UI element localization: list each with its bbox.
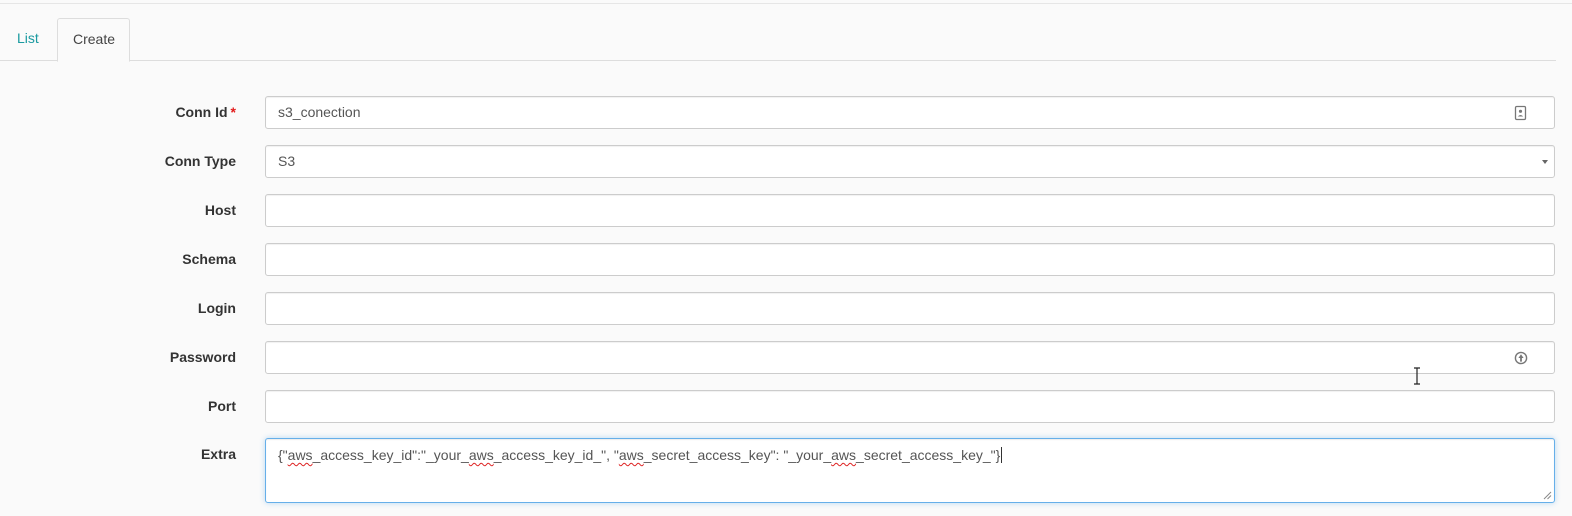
conn-type-select[interactable]: S3: [265, 145, 1555, 178]
password-row: Password: [0, 341, 1572, 375]
extra-text-part: _secret_access_key": "_your_: [643, 447, 832, 463]
extra-textarea[interactable]: {"aws_access_key_id":"_your_aws_access_k…: [265, 438, 1555, 503]
port-row: Port: [0, 390, 1572, 424]
extra-text-part: _access_key_id_", ": [493, 447, 619, 463]
port-input[interactable]: [265, 390, 1555, 423]
ibeam-cursor-icon: [1414, 367, 1420, 385]
host-input[interactable]: [265, 194, 1555, 227]
extra-row: Extra {"aws_access_key_id":"_your_aws_ac…: [0, 438, 1572, 504]
port-label: Port: [208, 398, 236, 414]
conn-id-row: Conn Id * s3_conection: [0, 96, 1572, 130]
password-label: Password: [169, 349, 236, 365]
required-marker: *: [230, 104, 236, 120]
chevron-down-icon: [1542, 160, 1548, 164]
contact-card-icon[interactable]: [1514, 105, 1528, 121]
extra-text-misspelled: aws: [468, 447, 494, 463]
schema-input[interactable]: [265, 243, 1555, 276]
tab-bar: List Create: [0, 18, 1556, 62]
login-input[interactable]: [265, 292, 1555, 325]
top-divider: [0, 3, 1572, 4]
extra-text-misspelled: aws: [831, 447, 857, 463]
login-label: Login: [197, 300, 236, 316]
conn-id-value: s3_conection: [278, 104, 361, 120]
conn-type-value: S3: [278, 153, 296, 169]
text-caret: [1001, 447, 1003, 463]
extra-label: Extra: [200, 446, 236, 462]
tab-create[interactable]: Create: [57, 18, 130, 62]
schema-label: Schema: [182, 251, 236, 267]
conn-type-label: Conn Type: [164, 153, 236, 169]
conn-id-input[interactable]: s3_conection: [265, 96, 1555, 129]
extra-text-misspelled: aws: [618, 447, 644, 463]
resize-handle-icon[interactable]: [1542, 490, 1552, 500]
schema-row: Schema: [0, 243, 1572, 277]
conn-type-row: Conn Type S3: [0, 145, 1572, 179]
password-input[interactable]: [265, 341, 1555, 374]
extra-text-part: _access_key_id":"_your_: [312, 447, 469, 463]
conn-id-label: Conn Id *: [175, 104, 236, 120]
extra-text-part: _secret_access_key_"}: [856, 447, 1001, 463]
login-row: Login: [0, 292, 1572, 326]
host-label: Host: [204, 202, 236, 218]
tab-list[interactable]: List: [2, 18, 54, 61]
host-row: Host: [0, 194, 1572, 228]
extra-text-part: {": [278, 447, 288, 463]
password-reveal-icon[interactable]: [1514, 350, 1528, 366]
extra-text-misspelled: aws: [287, 447, 313, 463]
